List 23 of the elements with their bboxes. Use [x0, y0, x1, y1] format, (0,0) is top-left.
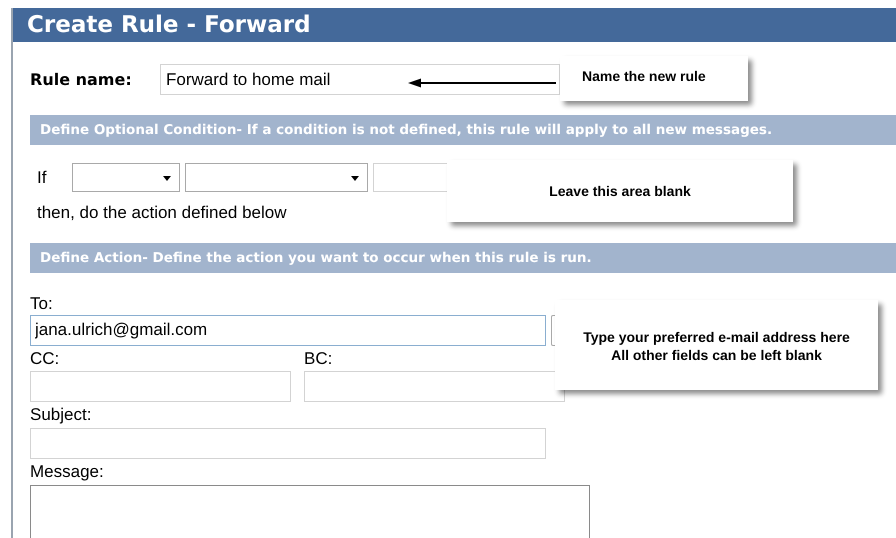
section-header: Define Action- Define the action you want to occur when this rule is run. [30, 242, 896, 272]
callout: Type your preferred e-mail address here All other fields can be left blank [555, 300, 878, 390]
rule-name-field[interactable]: Forward to home mail [160, 64, 560, 95]
field-select[interactable] [72, 163, 180, 192]
section-header: Define Optional Condition- If a condition is not defined, this rule will apply to all new messages. [30, 115, 896, 145]
caret-icon [351, 176, 359, 181]
bc-label: BC: [304, 348, 334, 370]
if-label: If [37, 166, 48, 189]
cc-label: CC: [30, 348, 60, 370]
condition-select[interactable] [185, 163, 368, 192]
window-title: Create Rule - Forward [13, 8, 896, 42]
then-text: then, do the action defined below [37, 202, 288, 224]
caret-icon [163, 176, 171, 181]
bc-field[interactable] [304, 370, 565, 402]
cc-field[interactable] [30, 370, 291, 402]
callout: Name the new rule [560, 56, 748, 101]
message-label: Message: [30, 460, 105, 482]
subject-label: Subject: [30, 404, 92, 426]
subject-field[interactable] [30, 428, 546, 458]
callout: Leave this area blank [447, 160, 793, 222]
to-label: To: [30, 292, 54, 314]
message-field[interactable] [30, 484, 590, 538]
rule-name-label: Rule name: [30, 68, 133, 90]
